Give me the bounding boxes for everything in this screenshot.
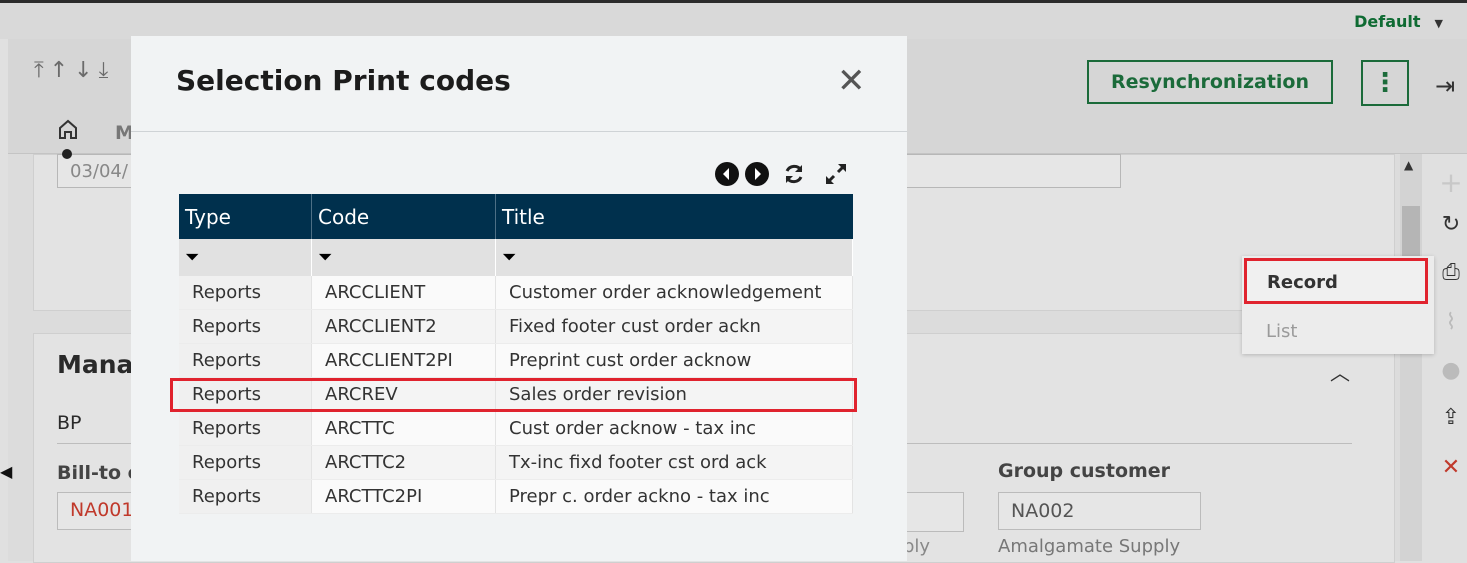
cell-type: Reports — [179, 309, 312, 344]
refresh-icon[interactable]: ↻ — [1435, 212, 1467, 237]
table-row[interactable]: Reports ARCTTC2PI Prepr c. order ackno -… — [179, 479, 853, 514]
chevron-up-icon[interactable]: ︿ — [1330, 357, 1350, 386]
menu-item-list[interactable]: List — [1266, 321, 1297, 342]
cell-type: Reports — [179, 445, 312, 480]
column-header-type[interactable]: Type — [179, 194, 312, 239]
cell-type: Reports — [179, 377, 312, 412]
filter-icon[interactable]: ⏷ — [179, 239, 312, 276]
dialog-title: Selection Print codes — [176, 64, 511, 97]
cell-code[interactable]: ARCCLIENT2PI — [311, 343, 496, 378]
menu-item-record[interactable]: Record — [1244, 258, 1428, 304]
expand-icon[interactable] — [823, 161, 849, 187]
filter-icon[interactable]: ⏷ — [311, 239, 496, 276]
top-bar — [0, 3, 1467, 39]
cell-title: Sales order revision — [495, 377, 853, 412]
table-row[interactable]: Reports ARCTTC2 Tx-inc fixd footer cst o… — [179, 445, 853, 480]
collapse-left-icon[interactable]: ◀ — [0, 462, 12, 481]
cell-code[interactable]: ARCCLIENT — [311, 276, 496, 310]
more-actions-button[interactable]: ⋮ — [1361, 60, 1409, 106]
table-row[interactable]: Reports ARCCLIENT2 Fixed footer cust ord… — [179, 309, 853, 344]
cell-type: Reports — [179, 479, 312, 514]
filter-icon[interactable]: ⏷ — [495, 239, 853, 276]
next-record-icon[interactable]: ↓ — [74, 58, 98, 83]
dialog-divider — [131, 131, 907, 132]
table-row[interactable]: Reports ARCCLIENT2PI Preprint cust order… — [179, 343, 853, 378]
profile-selector[interactable]: Default ▼ — [1354, 12, 1443, 31]
refresh-icon[interactable] — [781, 161, 807, 187]
cell-title: Fixed footer cust order ackn — [495, 309, 853, 344]
first-record-icon[interactable]: ⤒ — [34, 58, 50, 83]
bp-heading: BP — [57, 412, 82, 434]
filter-row: ⏷ ⏷ ⏷ — [179, 239, 853, 276]
cell-type: Reports — [179, 411, 312, 446]
unpin-icon[interactable]: ✕ — [1435, 455, 1467, 480]
table-row[interactable]: Reports ARCTTC Cust order acknow - tax i… — [179, 411, 853, 446]
table-row[interactable]: Reports ARCREV Sales order revision — [179, 377, 853, 412]
field-description: ply — [903, 536, 931, 557]
kebab-menu-icon: ⋮ — [1372, 68, 1398, 98]
billto-label: Bill-to c — [57, 462, 139, 484]
cell-code[interactable]: ARCTTC — [311, 411, 496, 446]
next-page-icon[interactable] — [744, 161, 770, 187]
cell-title: Prepr c. order ackno - tax inc — [495, 479, 853, 514]
add-icon[interactable]: + — [1435, 166, 1467, 199]
cell-title: Customer order acknowledgement — [495, 276, 853, 310]
column-header-code[interactable]: Code — [311, 194, 496, 239]
group-customer-field[interactable]: NA002 — [998, 492, 1201, 530]
anchor-dot — [62, 149, 72, 159]
group-customer-description: Amalgamate Supply — [998, 536, 1181, 557]
partial-field[interactable] — [905, 492, 964, 532]
cell-title: Preprint cust order acknow — [495, 343, 853, 378]
cell-type: Reports — [179, 343, 312, 378]
cell-title: Tx-inc fixd footer cst ord ack — [495, 445, 853, 480]
logout-icon[interactable]: ⇥ — [1435, 72, 1455, 100]
previous-record-icon[interactable]: ↑ — [50, 58, 74, 83]
chevron-down-icon: ▼ — [1434, 17, 1443, 30]
record-navigation[interactable]: ⤒↑↓⤓ — [34, 58, 114, 83]
previous-page-icon[interactable] — [714, 161, 740, 187]
cell-code[interactable]: ARCCLIENT2 — [311, 309, 496, 344]
table-row[interactable]: Reports ARCCLIENT Customer order acknowl… — [179, 276, 853, 310]
cell-code[interactable]: ARCTTC2 — [311, 445, 496, 480]
last-record-icon[interactable]: ⤓ — [99, 58, 115, 83]
comment-icon[interactable]: ● — [1435, 358, 1467, 383]
vertical-scrollbar[interactable]: ▲ — [1400, 154, 1422, 561]
profile-label: Default — [1354, 12, 1421, 31]
print-icon[interactable]: ⎙ — [1435, 260, 1467, 285]
resynchronization-button[interactable]: Resynchronization — [1087, 60, 1333, 104]
billto-field[interactable]: NA001 — [57, 492, 137, 530]
cell-type: Reports — [179, 276, 312, 310]
scroll-up-icon[interactable]: ▲ — [1404, 158, 1413, 172]
export-icon[interactable]: ⇪ — [1435, 405, 1467, 430]
close-icon[interactable]: ✕ — [837, 64, 866, 98]
attachment-icon[interactable]: ⌇ — [1435, 310, 1467, 335]
column-header-title[interactable]: Title — [495, 194, 853, 239]
cell-code[interactable]: ARCREV — [311, 377, 496, 412]
home-icon[interactable] — [57, 118, 79, 140]
print-codes-table: Type Code Title ⏷ ⏷ ⏷ Reports ARCCLIENT … — [179, 194, 853, 514]
cell-title: Cust order acknow - tax inc — [495, 411, 853, 446]
group-customer-label: Group customer — [998, 460, 1171, 482]
cell-code[interactable]: ARCTTC2PI — [311, 479, 496, 514]
